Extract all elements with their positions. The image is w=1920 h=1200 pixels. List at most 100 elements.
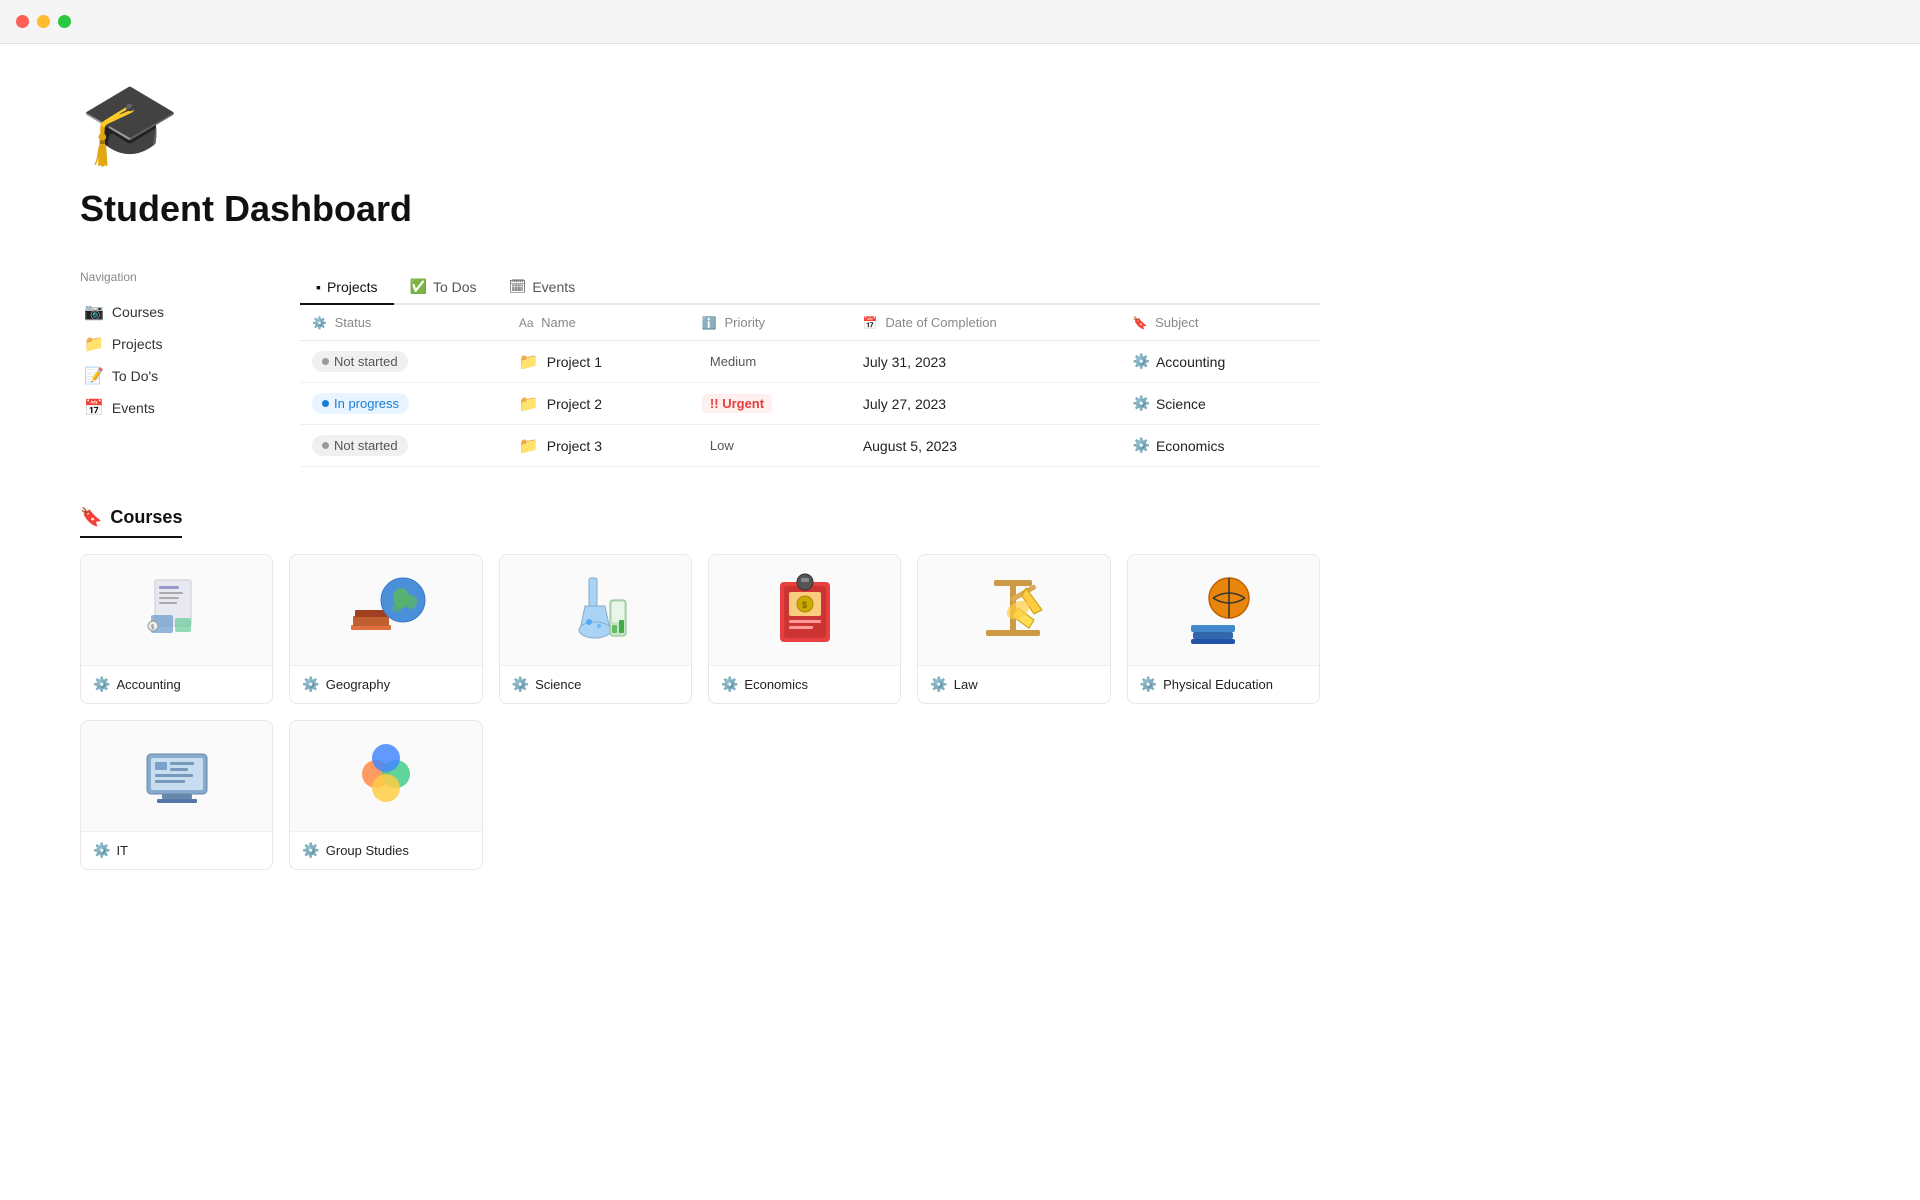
it-icon: ⚙️ (93, 842, 110, 859)
subject-cell: ⚙️ Science (1121, 383, 1320, 425)
project-name: Project 1 (547, 354, 602, 370)
science-label: Science (535, 677, 581, 692)
folder-icon: 📁 (519, 436, 539, 456)
maximize-button[interactable] (58, 15, 71, 28)
subject-cell: ⚙️Economics (1121, 425, 1320, 467)
todos-icon: 📝 (84, 366, 104, 386)
priority-cell: Medium (690, 341, 851, 383)
subject-icon: ⚙️ (1133, 395, 1150, 412)
bookmark-icon: 🔖 (80, 507, 102, 528)
events-icon: 📅 (84, 398, 104, 418)
minimize-button[interactable] (37, 15, 50, 28)
card-image-pe (1128, 555, 1319, 665)
card-image-economics: $ (709, 555, 900, 665)
date-col-icon: 📅 (863, 316, 878, 330)
page-title: Student Dashboard (80, 188, 1320, 230)
tabs: ▪ Projects ✅ To Dos 🗓 Events (300, 270, 1320, 305)
status-cell: Not started (300, 425, 507, 467)
priority-col-icon: ℹ️ (702, 316, 717, 330)
course-card-law[interactable]: ⚙️ Law (917, 554, 1110, 704)
pe-label: Physical Education (1163, 677, 1273, 692)
card-image-geography (290, 555, 481, 665)
course-card-it[interactable]: ⚙️ IT (80, 720, 273, 870)
events-label: Events (112, 400, 155, 416)
status-dot (322, 400, 329, 407)
col-name: Aa Name (507, 305, 690, 341)
titlebar (0, 0, 1920, 44)
card-image-group (290, 721, 481, 831)
graduation-cap-icon: 🎓 (80, 84, 1320, 164)
courses-section: 🔖 Courses $ ⚙️ Accounting (80, 507, 1320, 870)
law-icon: ⚙️ (930, 676, 947, 693)
sidebar-item-projects[interactable]: 📁 Projects (80, 328, 240, 360)
courses-section-title: 🔖 Courses (80, 507, 182, 538)
name-cell: 📁 Project 3 (507, 425, 690, 467)
course-card-economics[interactable]: $ ⚙️ Economics (708, 554, 901, 704)
course-card-pe[interactable]: ⚙️ Physical Education (1127, 554, 1320, 704)
card-label-science: ⚙️ Science (500, 665, 691, 703)
priority-badge: Medium (702, 352, 764, 371)
status-col-icon: ⚙️ (312, 316, 327, 330)
table-row[interactable]: Not started📁Project 1MediumJuly 31, 2023… (300, 341, 1320, 383)
course-card-science[interactable]: ⚙️ Science (499, 554, 692, 704)
close-button[interactable] (16, 15, 29, 28)
subject-name: Science (1156, 396, 1206, 412)
sidebar-item-events[interactable]: 📅 Events (80, 392, 240, 424)
course-card-accounting[interactable]: $ ⚙️ Accounting (80, 554, 273, 704)
tab-events-icon: 🗓 (509, 278, 527, 295)
table-row[interactable]: Not started📁Project 3LowAugust 5, 2023⚙️… (300, 425, 1320, 467)
status-cell: Not started (300, 341, 507, 383)
card-image-accounting: $ (81, 555, 272, 665)
card-image-it (81, 721, 272, 831)
name-col-icon: Aa (519, 316, 534, 330)
projects-icon: 📁 (84, 334, 104, 354)
status-badge: In progress (312, 393, 409, 414)
card-label-group: ⚙️ Group Studies (290, 831, 481, 869)
main-content: 🎓 Student Dashboard Navigation 📷 Courses… (0, 44, 1400, 910)
nav-section: Navigation 📷 Courses 📁 Projects 📝 To Do'… (80, 270, 1320, 467)
projects-table: ⚙️ Status Aa Name ℹ️ Priority 📅 (300, 305, 1320, 467)
card-label-geography: ⚙️ Geography (290, 665, 481, 703)
priority-badge: Low (702, 436, 742, 455)
group-icon: ⚙️ (302, 842, 319, 859)
courses-icon: 📷 (84, 302, 104, 322)
logo-area: 🎓 (80, 84, 1320, 164)
tab-events-label: Events (532, 279, 575, 295)
project-name: Project 2 (547, 396, 602, 412)
card-label-it: ⚙️ IT (81, 831, 272, 869)
economics-label: Economics (744, 677, 808, 692)
group-label: Group Studies (326, 843, 409, 858)
subject-name: Economics (1156, 438, 1224, 454)
tab-projects[interactable]: ▪ Projects (300, 270, 394, 305)
courses-label: Courses (112, 304, 164, 320)
priority-cell: Low (690, 425, 851, 467)
table-row[interactable]: In progress📁Project 2!! UrgentJuly 27, 2… (300, 383, 1320, 425)
name-cell: 📁Project 2 (507, 383, 690, 425)
accounting-icon: ⚙️ (93, 676, 110, 693)
col-status: ⚙️ Status (300, 305, 507, 341)
tab-events[interactable]: 🗓 Events (493, 270, 592, 305)
subject-col-icon: 🔖 (1133, 316, 1148, 330)
course-card-group[interactable]: ⚙️ Group Studies (289, 720, 482, 870)
status-dot (322, 442, 329, 449)
card-image-law (918, 555, 1109, 665)
subject-icon: ⚙️ (1133, 353, 1150, 370)
sidebar-item-courses[interactable]: 📷 Courses (80, 296, 240, 328)
card-label-accounting: ⚙️ Accounting (81, 665, 272, 703)
sidebar-item-todos[interactable]: 📝 To Do's (80, 360, 240, 392)
course-card-geography[interactable]: ⚙️ Geography (289, 554, 482, 704)
tab-projects-icon: ▪ (316, 279, 321, 295)
geography-label: Geography (326, 677, 390, 692)
subject-cell: ⚙️Accounting (1121, 341, 1320, 383)
science-icon: ⚙️ (512, 676, 529, 693)
priority-badge: !! Urgent (702, 394, 772, 413)
economics-icon: ⚙️ (721, 676, 738, 693)
project-name: Project 3 (547, 438, 602, 454)
status-badge: Not started (312, 351, 408, 372)
pe-icon: ⚙️ (1140, 676, 1157, 693)
col-date: 📅 Date of Completion (851, 305, 1121, 341)
svg-text:$: $ (802, 600, 807, 610)
name-cell: 📁Project 1 (507, 341, 690, 383)
tab-todos[interactable]: ✅ To Dos (394, 270, 493, 305)
col-priority: ℹ️ Priority (690, 305, 851, 341)
